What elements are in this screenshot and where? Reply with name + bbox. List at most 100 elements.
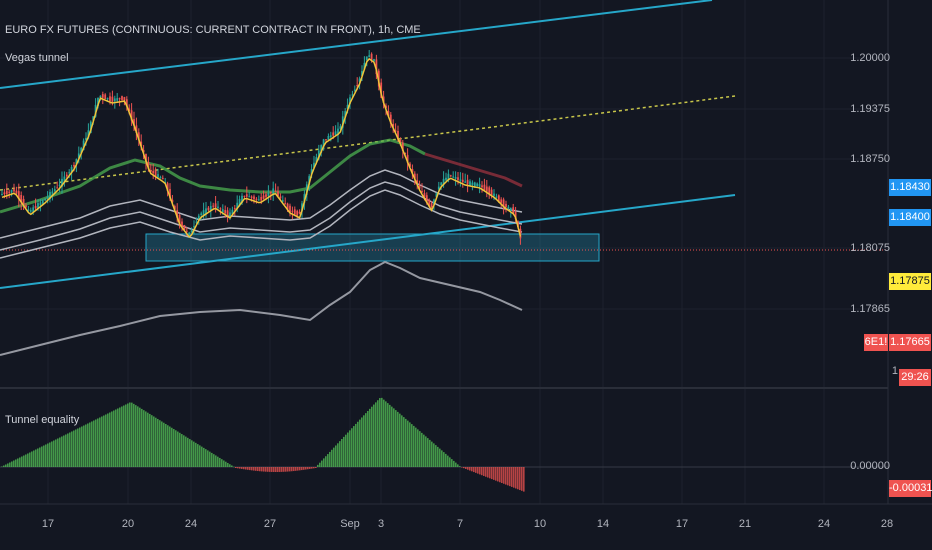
histogram-bar	[227, 462, 229, 467]
histogram-bar	[57, 438, 59, 467]
chart-canvas[interactable]	[0, 0, 932, 550]
candle-body	[233, 208, 236, 210]
indicator-label-tunnel-equality[interactable]: Tunnel equality	[5, 414, 79, 426]
histogram-bar	[493, 467, 495, 480]
candle-body	[13, 189, 15, 192]
histogram-bar	[17, 458, 19, 467]
histogram-bar	[201, 446, 203, 467]
candle-body	[46, 196, 49, 199]
candle-body	[334, 131, 337, 135]
candle-body	[29, 210, 32, 212]
candle-body	[464, 181, 467, 183]
candle-body	[111, 96, 114, 102]
histogram-bar	[321, 460, 323, 467]
histogram-bar	[405, 418, 407, 467]
histogram-bar	[257, 467, 259, 472]
histogram-bar	[417, 429, 419, 467]
histogram-bar	[125, 404, 127, 467]
histogram-bar	[475, 467, 477, 473]
histogram-bar	[437, 446, 439, 467]
price-label: 1.19375	[850, 103, 890, 115]
candle-body	[469, 181, 471, 186]
histogram-bar	[429, 439, 431, 467]
histogram-bar	[189, 439, 191, 467]
histogram-bar	[87, 423, 89, 467]
candle-body	[34, 205, 37, 209]
histogram-bar	[395, 410, 397, 467]
candle-body	[269, 191, 272, 194]
histogram-bar	[157, 418, 159, 467]
histogram-bar	[309, 467, 311, 469]
histogram-bar	[297, 467, 299, 471]
histogram-bar	[375, 402, 377, 467]
histogram-bar	[411, 424, 413, 467]
candle-body	[262, 195, 265, 199]
channel-mid-line[interactable]	[0, 95, 736, 191]
histogram-bar	[267, 467, 269, 472]
candle-body	[267, 192, 270, 197]
candle-body	[185, 230, 188, 232]
histogram-bar	[89, 422, 91, 467]
time-label: 3	[377, 518, 385, 530]
candle-body	[250, 196, 253, 198]
candle-body	[485, 186, 488, 192]
histogram-bar	[187, 437, 189, 467]
histogram-bar	[27, 453, 29, 467]
histogram-bar	[37, 448, 39, 467]
candle-body	[461, 179, 464, 182]
indicator-label-vegas[interactable]: Vegas tunnel	[5, 52, 69, 64]
candle-body	[368, 55, 371, 58]
histogram-bar	[261, 467, 263, 472]
candle-body	[226, 210, 229, 216]
symbol-tag: 6E1!	[864, 334, 888, 351]
histogram-bar	[251, 467, 253, 471]
histogram-bar	[165, 424, 167, 467]
symbol-title[interactable]: EURO FX FUTURES (CONTINUOUS: CURRENT CON…	[5, 24, 421, 36]
histogram-bar	[111, 411, 113, 467]
channel-upper-line[interactable]	[0, 0, 713, 89]
histogram-bar	[401, 415, 403, 467]
time-label: Sep	[340, 518, 360, 530]
candle-body	[457, 177, 459, 180]
histogram-bar	[239, 467, 241, 469]
histogram-bar	[363, 415, 365, 467]
histogram-bar	[233, 466, 235, 468]
candle-body	[291, 210, 294, 212]
histogram-bar	[101, 416, 103, 467]
histogram-bar	[55, 439, 57, 467]
histogram-bar	[497, 467, 499, 482]
histogram-bar	[169, 426, 171, 467]
histogram-bar	[63, 435, 65, 467]
histogram-bar	[511, 467, 513, 487]
histogram-bar	[99, 417, 101, 467]
candle-body	[221, 209, 224, 213]
histogram-bar	[115, 409, 117, 467]
price-label: 1	[891, 365, 898, 377]
histogram-bar	[171, 427, 173, 467]
histogram-bar	[383, 399, 385, 467]
histogram-bar	[371, 406, 373, 467]
candle-body	[248, 196, 251, 198]
histogram-bar	[481, 467, 483, 476]
histogram-bar	[473, 467, 475, 473]
histogram-bar	[477, 467, 479, 474]
candle-body	[214, 203, 217, 208]
histogram-bar	[35, 449, 37, 467]
histogram-bar	[73, 430, 75, 467]
histogram-bar	[331, 449, 333, 467]
histogram-bar	[389, 404, 391, 467]
histogram-bar	[311, 467, 313, 469]
histogram-bar	[379, 398, 381, 467]
histogram-bar	[235, 467, 237, 468]
candle-body	[257, 199, 260, 201]
candle-body	[65, 174, 68, 177]
candle-body	[452, 176, 455, 178]
tunnel-equality-histogram[interactable]	[1, 397, 525, 492]
candle-body	[298, 211, 301, 214]
price-badge-yellow: 1.17875	[889, 273, 931, 290]
histogram-bar	[217, 456, 219, 467]
histogram-bar	[7, 463, 9, 467]
candle-body	[466, 179, 469, 185]
histogram-bar	[277, 467, 279, 472]
histogram-bar	[503, 467, 505, 484]
